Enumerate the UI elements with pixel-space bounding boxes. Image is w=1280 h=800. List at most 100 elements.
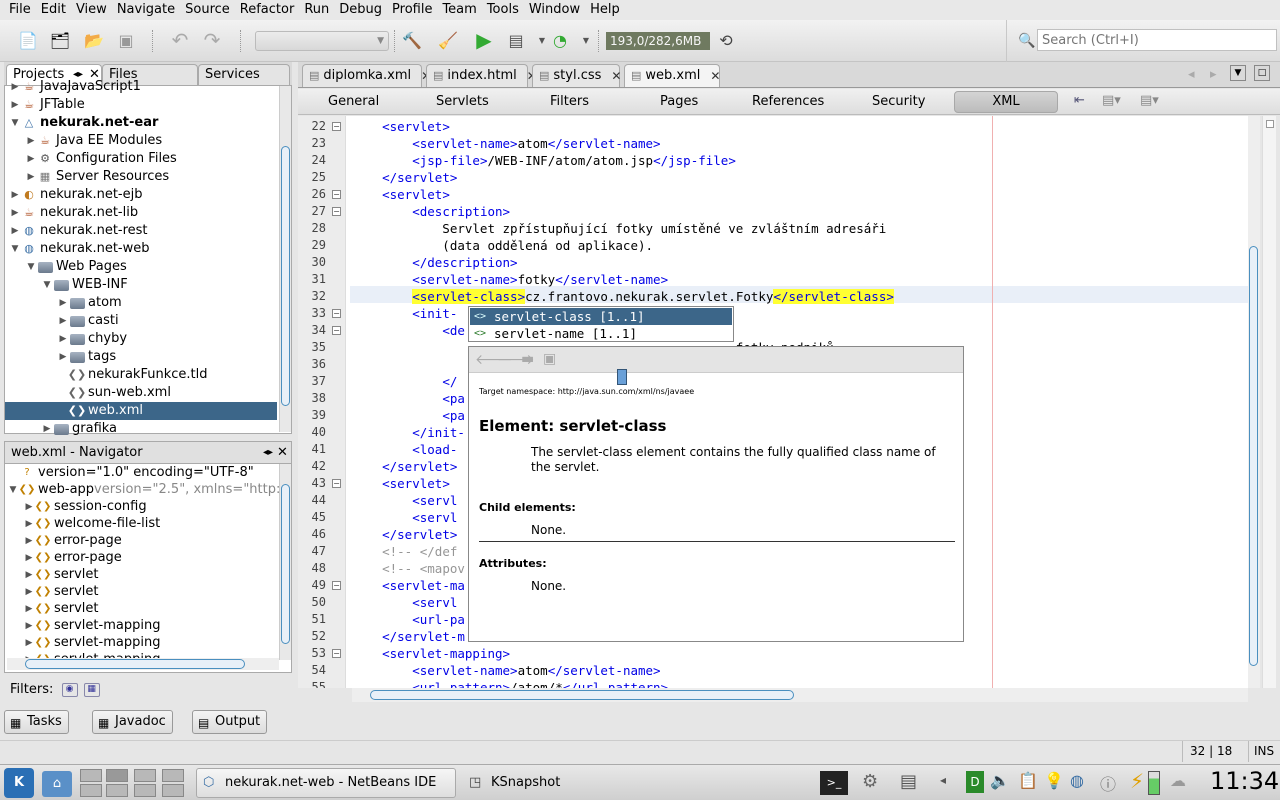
expand-toggle-icon[interactable]: ▶ [9, 78, 21, 96]
code-line[interactable]: <servlet-mapping> [352, 645, 510, 662]
menu-edit[interactable]: Edit [36, 0, 71, 20]
last-edit-icon[interactable]: ⇤ [1074, 93, 1085, 108]
project-tree-item[interactable]: ▶ ⚙ Configuration Files [5, 150, 277, 168]
expand-toggle-icon[interactable]: ▼ [25, 258, 37, 276]
tab-servlets[interactable]: Servlets [436, 93, 489, 111]
project-tree-item[interactable]: ▶ ◍ nekurak.net-rest [5, 222, 277, 240]
code-line[interactable]: <!-- <mapov [352, 560, 465, 577]
navigator-item[interactable]: ▶❮❯servlet-mapping [5, 617, 161, 635]
project-tree-item[interactable]: ▼ ◍ nekurak.net-web [5, 240, 277, 258]
project-tree-item[interactable]: ❮❯ sun-web.xml [5, 384, 277, 402]
expand-toggle-icon[interactable]: ▶ [41, 420, 53, 438]
tab-pages[interactable]: Pages [660, 93, 698, 111]
code-line[interactable]: Servlet zpřístupňující fotky umístěné ve… [352, 220, 886, 237]
tab-filters[interactable]: Filters [550, 93, 589, 111]
code-line[interactable]: <servlet-ma [352, 577, 465, 594]
info-icon[interactable]: ⓘ [1100, 771, 1116, 795]
code-line[interactable]: <servlet> [352, 475, 450, 492]
code-line[interactable]: <servlet-name>atom</servlet-name> [352, 135, 660, 152]
code-line[interactable]: </init- [352, 424, 465, 441]
expand-toggle-icon[interactable]: ▶ [25, 150, 37, 168]
close-icon[interactable]: ✕ [710, 65, 720, 87]
desktop-pager-3[interactable] [134, 769, 156, 782]
code-line[interactable]: <servlet-name>atom</servlet-name> [352, 662, 660, 679]
expand-toggle-icon[interactable]: ▶ [57, 348, 69, 366]
task-netbeans[interactable]: ⬡ nekurak.net-web - NetBeans IDE 6.8 [196, 768, 456, 798]
code-line[interactable]: <servlet> [352, 118, 450, 135]
expand-toggle-icon[interactable]: ▶ [23, 532, 35, 550]
output-button[interactable]: ▤ Output [192, 710, 268, 734]
expand-toggle-icon[interactable]: ▼ [7, 481, 19, 499]
forward-icon[interactable]: ▤▾ [1140, 93, 1159, 108]
menu-help[interactable]: Help [585, 0, 625, 20]
navigator-hscroll[interactable] [7, 658, 279, 670]
fold-toggle-icon[interactable]: − [332, 479, 341, 488]
minimize-icon[interactable]: ◂▸ [263, 442, 273, 464]
tab-general[interactable]: General [328, 93, 379, 111]
lightbulb-icon[interactable]: 💡 [1044, 771, 1064, 790]
expand-toggle-icon[interactable]: ▶ [23, 600, 35, 618]
scroll-right-icon[interactable]: ▸ [1210, 67, 1217, 82]
project-tree-item[interactable]: ▶ chyby [5, 330, 277, 348]
javadoc-button[interactable]: ▦ Javadoc [92, 710, 173, 734]
close-icon[interactable]: ✕ [611, 65, 621, 87]
code-line[interactable]: <load- [352, 441, 457, 458]
expand-toggle-icon[interactable]: ▶ [23, 498, 35, 516]
new-file-icon[interactable]: 📄 [16, 28, 40, 52]
project-tree-item[interactable]: ▶ atom [5, 294, 277, 312]
open-in-browser-icon[interactable]: ▣ [543, 351, 556, 367]
project-tree-item[interactable]: ❮❯ web.xml [5, 402, 277, 420]
editor-vscrollbar[interactable] [1248, 116, 1260, 688]
menu-tools[interactable]: Tools [482, 0, 524, 20]
close-project-icon[interactable]: ▣ [114, 28, 138, 52]
code-line[interactable]: <!-- </def [352, 543, 457, 560]
navigator-item[interactable]: ▶ ❮❯ welcome-file-list [5, 515, 161, 533]
memory-indicator[interactable]: 193,0/282,6MB [606, 32, 710, 50]
scrollbar-thumb[interactable] [281, 146, 290, 406]
expand-toggle-icon[interactable]: ▼ [9, 240, 21, 258]
project-tree-item[interactable]: ▶ ☕ JavaJavaScript1 [5, 78, 277, 96]
code-line[interactable]: <pa [352, 390, 465, 407]
navigator-item[interactable]: ? version="1.0" encoding="UTF-8" [5, 464, 253, 482]
project-tree-item[interactable]: ▶ casti [5, 312, 277, 330]
code-line[interactable]: <description> [352, 203, 510, 220]
fold-toggle-icon[interactable]: − [332, 649, 341, 658]
navigator-item[interactable]: ▶ ❮❯ error-page [5, 532, 122, 550]
editor-tab[interactable]: ▤ web.xml ✕ [624, 64, 720, 87]
close-icon[interactable]: ✕ [277, 442, 288, 464]
tray-collapse-icon[interactable]: ◂ [940, 773, 946, 787]
navigator-item[interactable]: ▶ ❮❯ servlet [5, 583, 99, 601]
volume-icon[interactable]: 🔈 [990, 771, 1010, 790]
scrollbar-thumb[interactable] [370, 690, 794, 700]
configuration-select[interactable]: ▼ [255, 31, 389, 51]
menu-refactor[interactable]: Refactor [235, 0, 300, 20]
project-tree-item[interactable]: ▶ ☕ nekurak.net-lib [5, 204, 277, 222]
expand-toggle-icon[interactable]: ▶ [25, 168, 37, 186]
build-icon[interactable]: 🔨 [400, 28, 424, 52]
code-line[interactable]: <servlet-name>fotky</servlet-name> [352, 271, 668, 288]
tab-references[interactable]: References [752, 93, 824, 111]
system-monitor-icon[interactable]: ▤ [900, 771, 917, 792]
expand-toggle-icon[interactable]: ▶ [23, 617, 35, 635]
editor-hscrollbar[interactable] [352, 688, 1248, 702]
expand-toggle-icon[interactable]: ▶ [9, 204, 21, 222]
navigator-item[interactable]: ▶❮❯servlet-mapping [5, 634, 161, 652]
menu-source[interactable]: Source [180, 0, 235, 20]
scrollbar-thumb[interactable] [1249, 246, 1258, 666]
expand-toggle-icon[interactable]: ▶ [57, 294, 69, 312]
code-line[interactable]: </servlet> [352, 169, 457, 186]
profile-icon[interactable]: ◔ [548, 28, 572, 52]
kde-menu-icon[interactable]: K [4, 768, 34, 798]
completion-item[interactable]: <> servlet-class [1..1] [470, 308, 732, 325]
menu-debug[interactable]: Debug [334, 0, 387, 20]
code-line[interactable]: <init- [352, 305, 457, 322]
menu-view[interactable]: View [71, 0, 112, 20]
task-ksnapshot[interactable]: ◳ KSnapshot [462, 768, 610, 798]
fold-toggle-icon[interactable]: − [332, 326, 341, 335]
code-line[interactable]: <url-pattern>/atom/*</url-pattern> [352, 679, 668, 688]
network-icon[interactable]: ◍ [1070, 771, 1084, 790]
navigator-item[interactable]: ▼ ❮❯ web-app version="2.5", xmlns="http:// [5, 481, 290, 499]
tasks-button[interactable]: ▦ Tasks [4, 710, 69, 734]
debug-icon[interactable]: ▤ [504, 28, 528, 52]
project-tree-item[interactable]: ▼ WEB-INF [5, 276, 277, 294]
